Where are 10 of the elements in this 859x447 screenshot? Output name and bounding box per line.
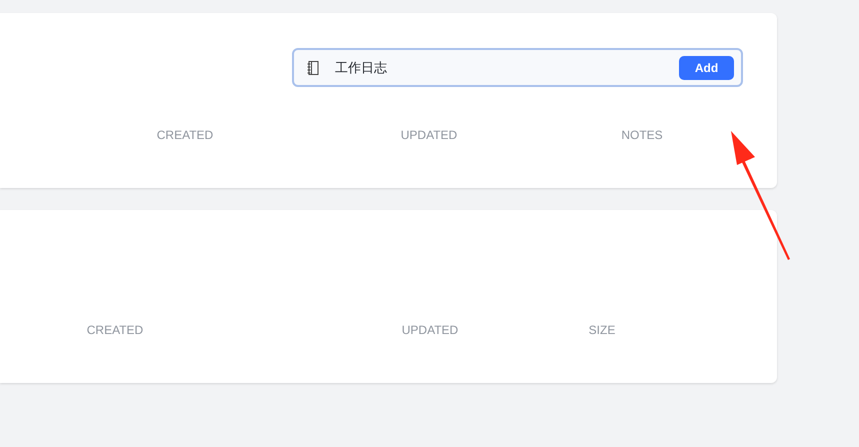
column-header: NOTES (620, 128, 664, 142)
notebook-icon (306, 60, 320, 76)
notebook-name-field[interactable]: 工作日志 Add (292, 48, 743, 87)
text-input[interactable]: 工作日志 (335, 58, 679, 78)
column-header: UPDATED (400, 323, 460, 337)
column-header: CREATED (86, 323, 144, 337)
column-header: UPDATED (400, 128, 458, 142)
add-button[interactable]: Add (679, 56, 734, 80)
column-header: SIZE (588, 323, 616, 337)
column-header: CREATED (156, 128, 214, 142)
